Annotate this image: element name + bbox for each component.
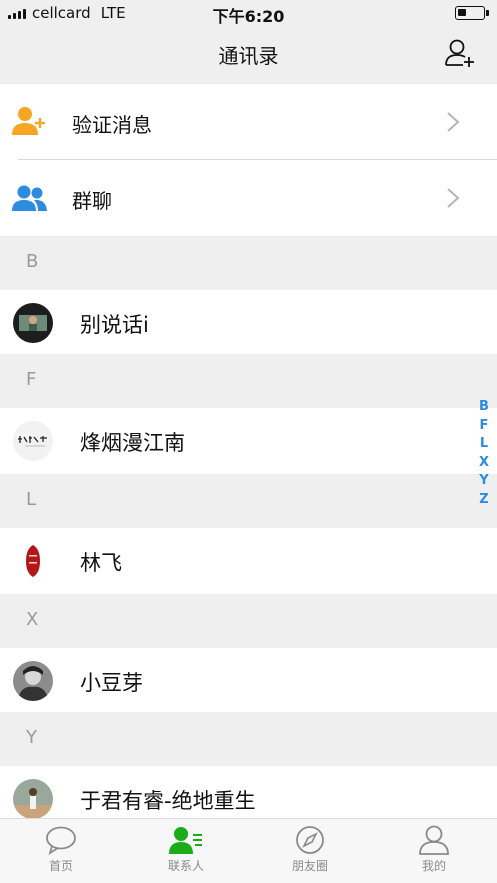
index-letter[interactable]: Y [479, 472, 488, 491]
index-letter[interactable]: Z [479, 491, 488, 510]
status-time: 下午6:20 [212, 7, 285, 26]
index-letter[interactable]: X [479, 454, 489, 473]
avatar [13, 779, 53, 818]
section-letter: L [26, 489, 37, 510]
avatar [13, 541, 53, 581]
index-letter[interactable]: L [480, 435, 488, 454]
contact-row[interactable]: 别说话i [0, 290, 497, 356]
avatar [13, 303, 53, 343]
tab-home[interactable]: 首页 [16, 825, 106, 874]
contact-name: 别说话i [80, 313, 149, 337]
contacts-icon [169, 827, 202, 854]
battery-level [458, 9, 466, 16]
compass-icon [296, 826, 324, 854]
section-header-x: X [0, 594, 497, 648]
contact-row[interactable]: 于君有睿-绝地重生 [0, 766, 497, 818]
contact-row[interactable]: 林飞 [0, 528, 497, 594]
add-contact-icon[interactable] [443, 36, 477, 70]
tab-moments[interactable]: 朋友圈 [265, 825, 355, 874]
group-chat-label: 群聊 [72, 189, 112, 213]
section-header-l: L [0, 474, 497, 528]
tab-bar: 首页 联系人 朋友圈 我的 [0, 818, 497, 883]
avatar [13, 661, 53, 701]
chevron-right-icon [447, 112, 460, 132]
contact-name: 于君有睿-绝地重生 [80, 789, 256, 813]
section-letter: X [26, 609, 39, 630]
contact-row[interactable]: 小豆芽 [0, 648, 497, 714]
page-title: 通讯录 [218, 44, 279, 68]
index-letter[interactable]: B [479, 398, 489, 417]
contact-name: 小豆芽 [80, 671, 143, 695]
status-bar: cellcard LTE 下午6:20 [0, 0, 497, 26]
section-letter: F [26, 369, 37, 390]
tab-label: 我的 [421, 859, 446, 873]
verification-messages-row[interactable]: 验证消息 [0, 84, 497, 160]
avatar [13, 421, 53, 461]
add-friend-icon [12, 107, 45, 135]
tab-profile[interactable]: 我的 [389, 825, 479, 874]
section-letter: Y [26, 727, 37, 748]
battery-icon [455, 6, 489, 20]
profile-icon [419, 825, 449, 855]
tab-contacts[interactable]: 联系人 [141, 825, 231, 874]
section-header-y: Y [0, 712, 497, 766]
alphabet-index[interactable]: B F L X Y Z [477, 398, 491, 510]
group-chat-row[interactable]: 群聊 [0, 160, 497, 236]
nav-bar: 通讯录 [0, 26, 497, 84]
contact-name: 林飞 [80, 551, 122, 575]
tab-label: 联系人 [167, 859, 204, 873]
chat-bubble-icon [46, 826, 76, 855]
index-letter[interactable]: F [480, 417, 489, 436]
contact-row[interactable]: 烽烟漫江南 [0, 408, 497, 474]
group-chat-icon [12, 185, 47, 211]
tab-label: 首页 [48, 859, 73, 873]
tab-label: 朋友圈 [291, 859, 328, 873]
verification-messages-label: 验证消息 [72, 113, 152, 137]
chevron-right-icon [447, 188, 460, 208]
section-letter: B [26, 251, 39, 272]
section-header-f: F [0, 354, 497, 408]
section-header-b: B [0, 236, 497, 290]
contact-name: 烽烟漫江南 [80, 431, 185, 455]
